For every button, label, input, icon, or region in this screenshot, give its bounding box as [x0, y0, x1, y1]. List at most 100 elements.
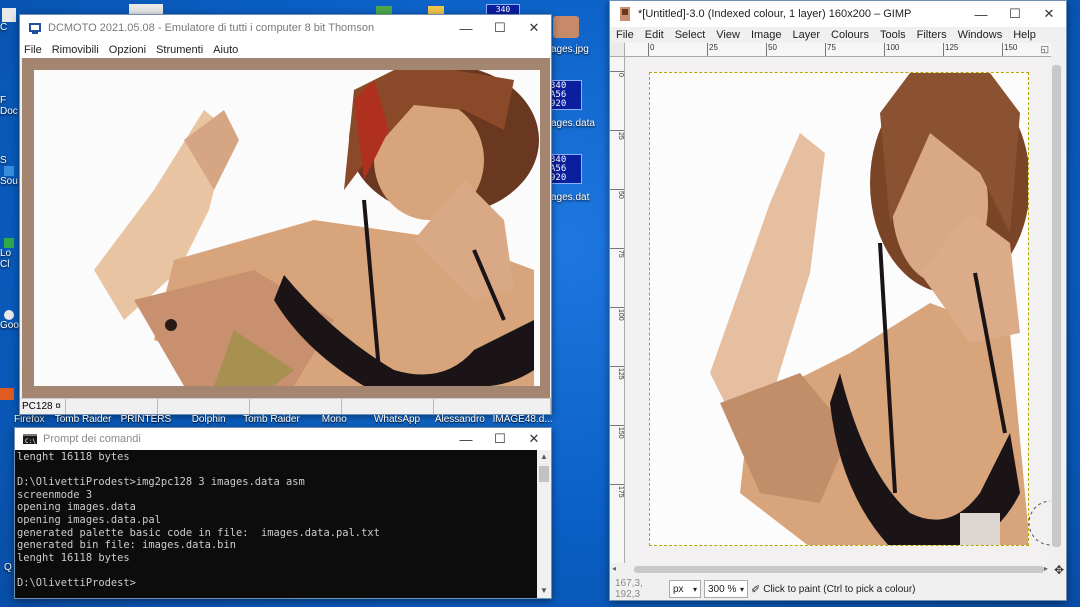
- data-file-icon[interactable]: 340 A56 920: [548, 154, 582, 184]
- gimp-horizontal-scrollbar[interactable]: [626, 564, 1052, 575]
- menu-view[interactable]: View: [716, 29, 740, 41]
- vertical-ruler[interactable]: 0 25 50 75 100 125 150 175: [610, 57, 625, 563]
- image-thumbnail-icon[interactable]: [553, 16, 579, 38]
- horizontal-ruler[interactable]: 0 25 50 75 100 125 150 ◱: [625, 43, 1051, 57]
- ruler-corner[interactable]: [610, 43, 625, 57]
- close-button[interactable]: ✕: [517, 15, 551, 41]
- menu-help[interactable]: Help: [1013, 29, 1036, 41]
- emulator-screen-border: [22, 58, 550, 400]
- menu-colours[interactable]: Colours: [831, 29, 869, 41]
- desktop-icon-whatsapp[interactable]: WhatsApp: [366, 414, 429, 427]
- scroll-up-arrow[interactable]: ▲: [537, 450, 551, 464]
- status-cell: [66, 399, 158, 414]
- emulator-screen[interactable]: [34, 70, 540, 386]
- desktop-icon-left-5[interactable]: Goo: [0, 310, 19, 331]
- maximize-button[interactable]: ☐: [998, 1, 1032, 27]
- desktop-icon-left-1[interactable]: C: [0, 6, 19, 36]
- gimp-image: [650, 73, 1028, 545]
- gimp-window: *[Untitled]-3.0 (Indexed colour, 1 layer…: [609, 0, 1067, 601]
- zoom-selector[interactable]: 300 % ▾: [704, 580, 748, 598]
- window-title: *[Untitled]-3.0 (Indexed colour, 1 layer…: [638, 8, 912, 20]
- desktop-icon-label: Doc: [0, 106, 18, 117]
- close-button[interactable]: ✕: [517, 428, 551, 452]
- gimp-canvas[interactable]: [649, 72, 1029, 546]
- dcmoto-window: DCMOTO 2021.05.08 - Emulatore di tutti i…: [19, 14, 552, 415]
- menu-tools[interactable]: Tools: [880, 29, 906, 41]
- terminal-output[interactable]: lenght 16118 bytes​D:\OlivettiProdest>im…: [17, 451, 537, 598]
- desktop-icon-left-4[interactable]: Lo Cl: [0, 238, 19, 270]
- unit-value: px: [673, 583, 684, 595]
- menu-rimovibili[interactable]: Rimovibili: [52, 44, 99, 56]
- desktop-icon-image48[interactable]: IMAGE48.d...: [491, 414, 554, 427]
- ruler-label: 75: [825, 43, 836, 56]
- firefox-icon[interactable]: [0, 388, 14, 400]
- window-title: Prompt dei comandi: [43, 433, 141, 445]
- status-cell: [342, 399, 434, 414]
- terminal-line: screenmode 3: [17, 488, 93, 501]
- cmd-titlebar[interactable]: C:\ Prompt dei comandi — ☐ ✕: [15, 428, 551, 450]
- menu-aiuto[interactable]: Aiuto: [213, 44, 238, 56]
- scroll-left-arrow[interactable]: ◂: [612, 564, 616, 573]
- scroll-right-arrow[interactable]: ▸: [1044, 564, 1048, 573]
- desktop-icon-left-6[interactable]: Q: [4, 562, 12, 573]
- dcmoto-titlebar[interactable]: DCMOTO 2021.05.08 - Emulatore di tutti i…: [20, 15, 551, 41]
- scroll-down-arrow[interactable]: ▼: [537, 584, 551, 598]
- desktop-label-strip: Tomb Raider PRINTERS Dolphin Tomb Raider…: [14, 414, 554, 427]
- cmd-window: C:\ Prompt dei comandi — ☐ ✕ lenght 1611…: [14, 427, 552, 599]
- menu-strumenti[interactable]: Strumenti: [156, 44, 203, 56]
- desktop-icon-alessandro[interactable]: Alessandro: [428, 414, 491, 427]
- desktop-icon-images-dat[interactable]: ages.dat: [551, 192, 589, 203]
- menu-filters[interactable]: Filters: [917, 29, 947, 41]
- maximize-button[interactable]: ☐: [483, 15, 517, 41]
- ruler-label: 0: [648, 43, 654, 56]
- status-cell: [434, 399, 551, 414]
- desktop-icon-mono[interactable]: Mono: [303, 414, 366, 427]
- terminal-icon: C:\: [23, 434, 37, 445]
- ruler-label: 100: [884, 43, 899, 56]
- desktop-icon-images-jpg[interactable]: ages.jpg: [551, 44, 589, 55]
- scroll-thumb[interactable]: [1052, 65, 1061, 547]
- desktop-icon-label: Lo: [0, 248, 12, 259]
- status-message: Click to paint (Ctrl to pick a colour): [763, 583, 916, 595]
- desktop-icon-printers[interactable]: PRINTERS: [114, 414, 177, 427]
- gimp-canvas-area[interactable]: [626, 58, 1051, 563]
- menu-layer[interactable]: Layer: [793, 29, 821, 41]
- scroll-thumb[interactable]: [634, 566, 1044, 573]
- menu-edit[interactable]: Edit: [645, 29, 664, 41]
- desktop-icon-left-2[interactable]: F Doc: [0, 95, 19, 117]
- desktop-icon-left-3[interactable]: S Sou: [0, 155, 19, 187]
- menu-image[interactable]: Image: [751, 29, 782, 41]
- minimize-button[interactable]: —: [964, 1, 998, 27]
- minimize-button[interactable]: —: [449, 15, 483, 41]
- menu-windows[interactable]: Windows: [958, 29, 1003, 41]
- menu-file[interactable]: File: [616, 29, 634, 41]
- desktop-icon-tomb-raider[interactable]: Tomb Raider: [52, 414, 115, 427]
- strip-spacer: [14, 414, 52, 427]
- desktop-icon-images-data[interactable]: ages.data: [551, 118, 595, 129]
- gimp-vertical-scrollbar[interactable]: [1050, 57, 1063, 563]
- gimp-titlebar[interactable]: *[Untitled]-3.0 (Indexed colour, 1 layer…: [610, 1, 1066, 27]
- desktop-icon-label: Sou: [0, 176, 18, 187]
- close-button[interactable]: ✕: [1032, 1, 1066, 27]
- minimize-button[interactable]: —: [449, 428, 483, 452]
- terminal-line: lenght 16118 bytes: [17, 451, 130, 463]
- menu-select[interactable]: Select: [675, 29, 706, 41]
- desktop-icon-dolphin[interactable]: Dolphin: [177, 414, 240, 427]
- scroll-thumb[interactable]: [539, 466, 549, 482]
- computer-icon: [2, 8, 16, 22]
- menu-opzioni[interactable]: Opzioni: [109, 44, 146, 56]
- status-cell: [158, 399, 250, 414]
- ruler-label: 75: [610, 248, 624, 258]
- unit-selector[interactable]: px ▾: [669, 580, 701, 598]
- status-machine: PC128 ¤: [20, 399, 66, 414]
- tile-text: 920: [550, 99, 567, 109]
- navigate-icon[interactable]: ◱: [1040, 44, 1049, 55]
- navigate-icon[interactable]: ✥: [1054, 563, 1064, 577]
- maximize-button[interactable]: ☐: [483, 428, 517, 452]
- cmd-scrollbar[interactable]: ▲ ▼: [537, 450, 551, 598]
- svg-text:C:\: C:\: [25, 438, 36, 445]
- desktop-icon-label: F: [0, 95, 7, 106]
- data-file-icon[interactable]: 340 A56 920: [548, 80, 582, 110]
- menu-file[interactable]: File: [24, 44, 42, 56]
- desktop-icon-tomb-raider-2[interactable]: Tomb Raider: [240, 414, 303, 427]
